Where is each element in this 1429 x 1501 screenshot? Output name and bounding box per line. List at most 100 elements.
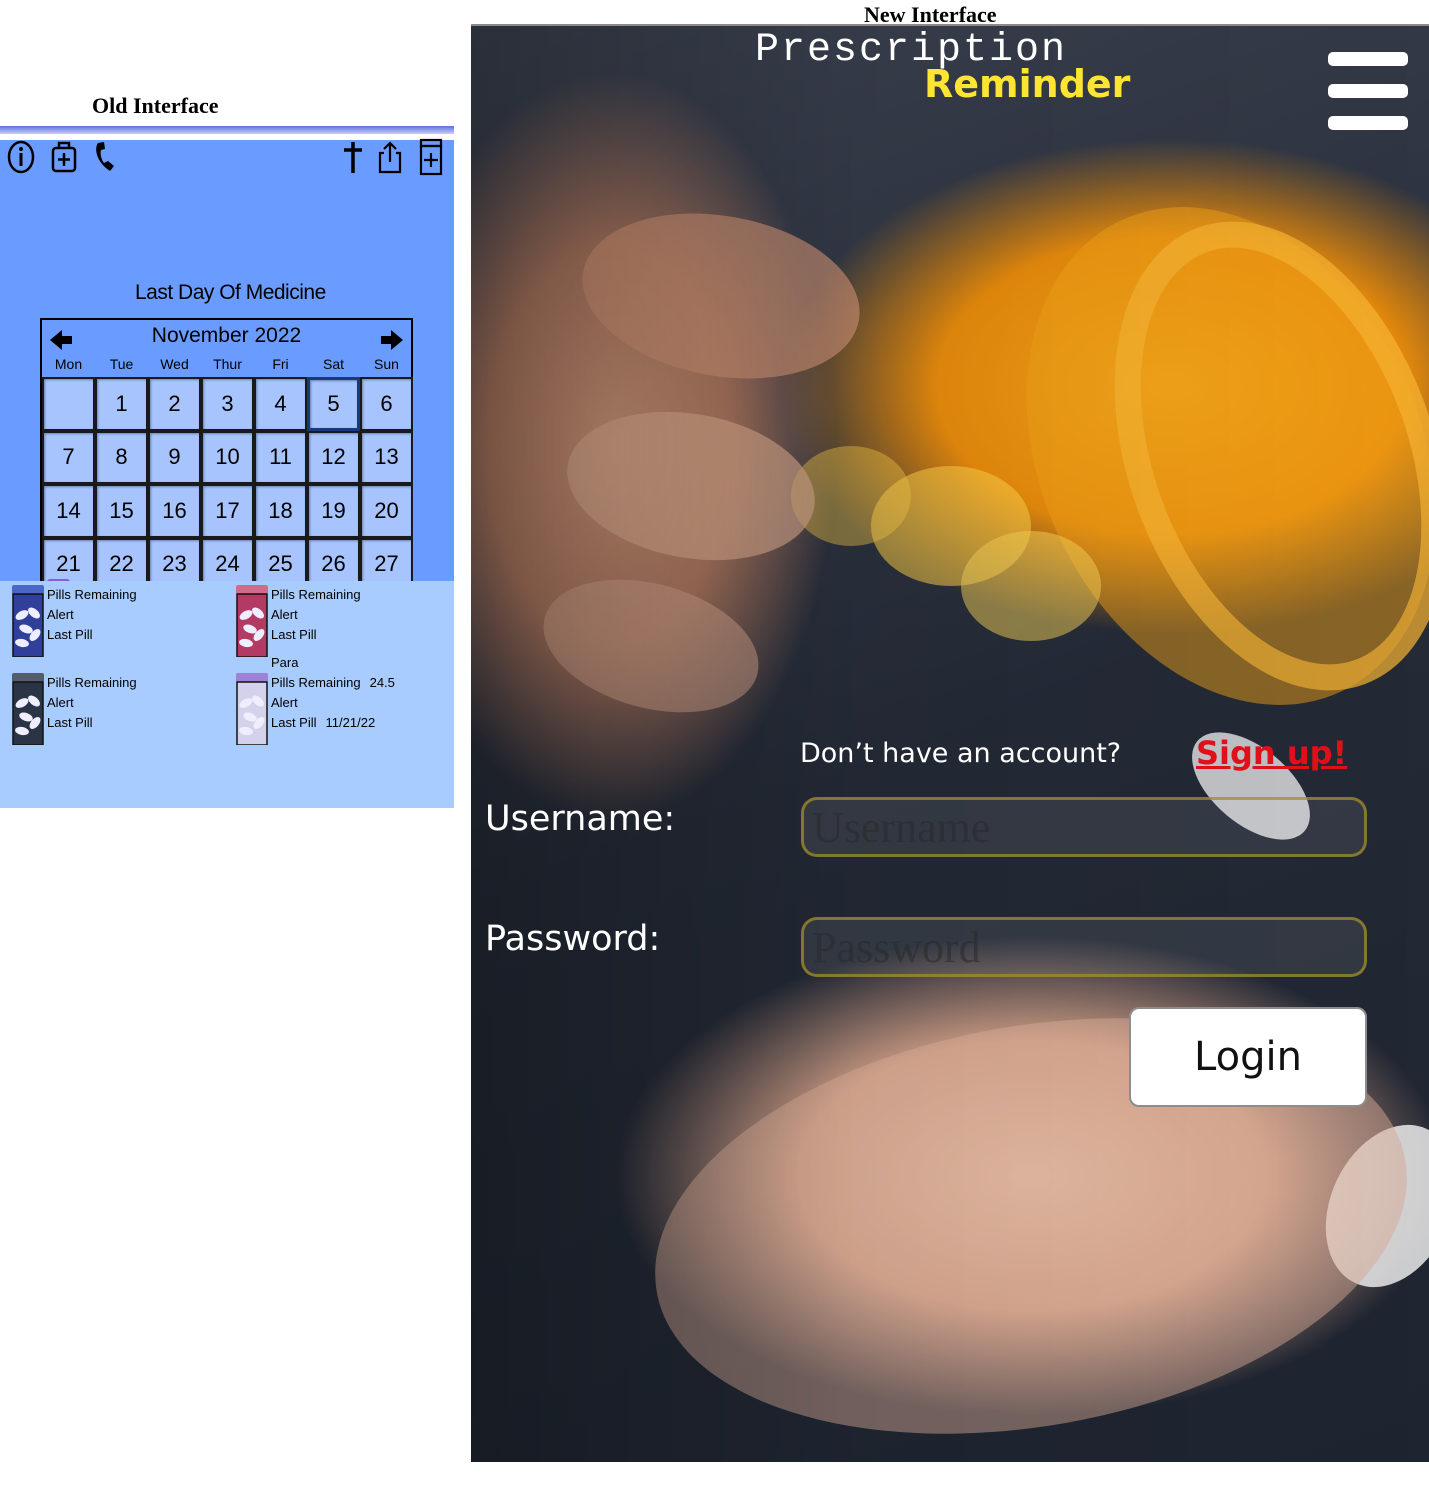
info-icon[interactable]: [6, 140, 36, 174]
username-label: Username:: [485, 799, 676, 839]
calendar-day-number: 18: [268, 497, 293, 523]
weekday-label: Tue: [109, 356, 134, 372]
pills-remaining-row-label: Pills Remaining: [47, 587, 137, 602]
last-pill-row-label: Last Pill: [271, 627, 317, 642]
calendar-day-2[interactable]: 2: [148, 377, 201, 431]
calendar-day-8[interactable]: 8: [95, 430, 148, 484]
calendar-day-number: 16: [162, 497, 187, 523]
calendar-day-number: 11: [269, 444, 292, 470]
phone-icon[interactable]: [92, 140, 120, 174]
brand-title-line2: Reminder: [924, 62, 1131, 106]
next-month-arrow-icon[interactable]: [379, 328, 405, 352]
calendar-day-number: 8: [115, 444, 128, 470]
old-status-bar: [0, 126, 454, 134]
calendar-day-number: 9: [168, 444, 181, 470]
calendar-day-13[interactable]: 13: [360, 430, 413, 484]
share-icon[interactable]: [376, 140, 404, 174]
old-interface-screen: Last Day Of Medicine November 2022 Mon Tu…: [0, 126, 454, 808]
old-toolbar-title: Last Day Of Medicine: [135, 281, 326, 304]
calendar-day-number: 27: [374, 551, 399, 577]
password-label: Password:: [485, 919, 661, 959]
pill-bottle-icon: [236, 585, 268, 657]
calendar-day-number: 23: [162, 551, 187, 577]
pills-remaining-row-label: Pills Remaining: [271, 675, 361, 690]
calendar-empty-cell: [42, 377, 95, 431]
calendar-day-number: 4: [274, 390, 287, 416]
calendar-day-12[interactable]: 12: [307, 430, 360, 484]
calendar-day-14[interactable]: 14: [42, 484, 95, 538]
medication-details: Pills Remaining Alert Last Pill: [47, 673, 137, 733]
last-pill-row: Last Pill 11/21/22: [271, 713, 395, 733]
alert-row: Alert: [47, 605, 137, 625]
calendar-day-6[interactable]: 6: [360, 377, 413, 431]
menu-bar-middle: [1328, 84, 1408, 98]
alert-row-label: Alert: [47, 695, 74, 710]
alert-row-label: Alert: [271, 607, 298, 622]
cross-icon[interactable]: [340, 140, 366, 174]
last-pill-row: Last Pill: [47, 713, 137, 733]
pills-remaining-row-label: Pills Remaining: [47, 675, 137, 690]
alert-row-label: Alert: [271, 695, 298, 710]
calendar-day-number: 7: [62, 444, 75, 470]
alert-row: Alert: [271, 605, 361, 625]
calendar-day-3[interactable]: 3: [201, 377, 254, 431]
medical-kit-icon[interactable]: [50, 140, 78, 174]
weekday-label: Sun: [374, 356, 399, 372]
medication-details: Pills Remaining Alert Last Pill: [271, 585, 361, 645]
calendar-day-number: 13: [374, 444, 399, 470]
calendar-day-18[interactable]: 18: [254, 484, 307, 538]
password-input[interactable]: [801, 917, 1367, 977]
calendar-day-number: 24: [215, 551, 240, 577]
calendar-day-number: 12: [321, 444, 346, 470]
calendar-day-number: 1: [115, 390, 128, 416]
last-pill-row: Last Pill: [271, 625, 361, 645]
alert-row: Alert: [47, 693, 137, 713]
hamburger-menu-icon[interactable]: [1328, 52, 1408, 130]
add-bottle-icon[interactable]: [418, 138, 444, 176]
calendar-day-9[interactable]: 9: [148, 430, 201, 484]
calendar-day-5[interactable]: 5: [307, 377, 360, 431]
login-button[interactable]: Login: [1129, 1007, 1367, 1107]
username-input[interactable]: [801, 797, 1367, 857]
last-pill-date: 11/21/22: [325, 715, 376, 730]
pills-remaining-row: Pills Remaining: [47, 673, 137, 693]
calendar-day-number: 17: [215, 497, 240, 523]
calendar-day-7[interactable]: 7: [42, 430, 95, 484]
pills-remaining-value: 24.5: [369, 675, 395, 690]
alert-row-label: Alert: [47, 607, 74, 622]
signup-link[interactable]: Sign up!: [1196, 734, 1347, 772]
calendar-month-label: November 2022: [151, 324, 302, 347]
pills-remaining-row: Pills Remaining: [271, 585, 361, 605]
last-pill-row-label: Last Pill: [47, 627, 93, 642]
calendar-day-4[interactable]: 4: [254, 377, 307, 431]
calendar-day-19[interactable]: 19: [307, 484, 360, 538]
calendar-day-number: 21: [56, 551, 81, 577]
medication-item[interactable]: Pills Remaining Alert Last Pill: [12, 585, 232, 665]
pill-bottle-icon: [12, 585, 44, 657]
medication-details: Pills Remaining Alert Last Pill: [47, 585, 137, 645]
medication-item[interactable]: Pills Remaining Alert Last Pill: [12, 673, 232, 753]
calendar-day-number: 3: [221, 390, 234, 416]
pill-bottle-icon: [236, 673, 268, 745]
pills-remaining-row: Pills Remaining 24.5: [271, 673, 395, 693]
calendar-day-number: 26: [321, 551, 346, 577]
menu-bar-bottom: [1328, 116, 1408, 130]
calendar-day-number: 5: [327, 390, 340, 416]
calendar-day-1[interactable]: 1: [95, 377, 148, 431]
last-pill-row: Last Pill: [47, 625, 137, 645]
pill-bottle-icon: [12, 673, 44, 745]
medication-item[interactable]: Para Pills Remaining 24.5 Alert Last Pill 11/…: [236, 655, 456, 753]
calendar-day-number: 25: [268, 551, 293, 577]
calendar-day-20[interactable]: 20: [360, 484, 413, 538]
calendar-day-number: 20: [374, 497, 399, 523]
weekday-label: Fri: [272, 356, 289, 372]
calendar-day-17[interactable]: 17: [201, 484, 254, 538]
calendar-day-16[interactable]: 16: [148, 484, 201, 538]
calendar-day-number: 2: [168, 390, 181, 416]
calendar-day-number: 15: [109, 497, 134, 523]
calendar-day-10[interactable]: 10: [201, 430, 254, 484]
calendar-day-11[interactable]: 11: [254, 430, 307, 484]
calendar-day-15[interactable]: 15: [95, 484, 148, 538]
calendar-day-number: 22: [109, 551, 134, 577]
weekday-label: Mon: [54, 356, 83, 372]
